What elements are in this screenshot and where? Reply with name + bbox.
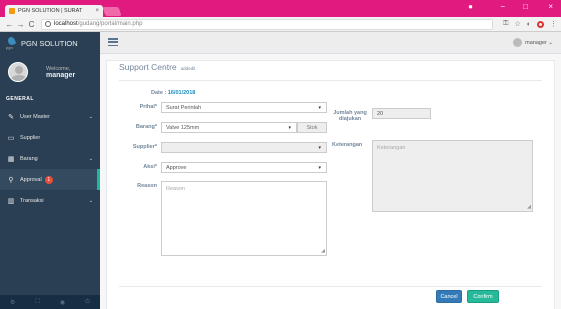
avatar (513, 38, 523, 47)
main-content: Support Centre addedit Date : 16/01/2018… (100, 54, 561, 309)
perihal-select[interactable]: Surat Perintah ▾ (161, 102, 327, 113)
chevron-down-icon: ⌄ (88, 197, 93, 204)
tab-title: PGN SOLUTION | SURAT (18, 8, 83, 14)
pin-icon: ⚲ (8, 176, 14, 184)
sidebar-item-transaksi[interactable]: ▥ Transaksi ⌄ (0, 190, 100, 211)
fullscreen-icon[interactable]: ⛶ (36, 299, 40, 306)
supplier-label: Supplier* (132, 144, 157, 150)
browser-tab[interactable]: PGN SOLUTION | SURAT × (5, 5, 103, 17)
aksi-value: Approve (166, 164, 187, 171)
sidebar-item-label: User Master (20, 113, 50, 120)
avatar (8, 62, 28, 82)
sidebar-item-label: Approval (20, 176, 42, 183)
browser-profile-icon[interactable]: ● (468, 2, 473, 11)
aksi-label: Aksi* (143, 164, 157, 170)
chevron-down-icon: ⌄ (88, 155, 93, 162)
bookmark-star-icon[interactable]: ☆ (514, 20, 520, 28)
sidebar: pgn PGN SOLUTION Welcome, manager GENERA… (0, 32, 100, 309)
tab-close-icon[interactable]: × (95, 8, 99, 14)
supplier-select[interactable]: ▾ (161, 142, 327, 153)
browser-titlebar: PGN SOLUTION | SURAT × ● − □ × (0, 0, 561, 17)
settings-icon[interactable]: ⚙ (10, 299, 15, 306)
keterangan-placeholder: Keterangan (377, 145, 406, 151)
logout-icon[interactable]: ⏻ (85, 299, 90, 306)
brand[interactable]: pgn PGN SOLUTION (0, 32, 100, 54)
bar-chart-icon: ▥ (7, 197, 15, 205)
url-host: localhost (54, 21, 78, 27)
perihal-value: Surat Perintah (166, 104, 202, 111)
sidebar-item-label: Barang (20, 155, 38, 162)
url-path: /gudang/portal/main.php (77, 21, 143, 27)
jumlah-label: Jumlah yang diajukan (333, 110, 367, 122)
lock-icon[interactable]: ◉ (60, 299, 65, 306)
user-dropdown-label: manager ⌄ (525, 39, 553, 46)
info-icon[interactable] (45, 21, 51, 27)
barang-value: Valve 125mm (166, 124, 200, 131)
back-button[interactable]: ← (4, 20, 15, 29)
barang-label: Barang* (135, 124, 157, 130)
section-title: GENERAL (6, 96, 34, 102)
minimize-icon[interactable]: − (500, 2, 505, 11)
forward-button[interactable]: → (15, 20, 26, 29)
resize-handle-icon[interactable]: ◢ (527, 204, 531, 210)
sidebar-item-label: Transaksi (20, 197, 44, 204)
username: manager (46, 71, 76, 79)
jumlah-input[interactable]: 20 (372, 108, 431, 119)
edit-icon: ✎ (8, 113, 14, 121)
extension-icon[interactable]: ◐ (527, 21, 531, 28)
notification-badge: 1 (44, 175, 53, 184)
sidebar-item-approval[interactable]: ⚲ Approval 1 (0, 169, 100, 190)
pgn-logo-icon: pgn (6, 36, 17, 50)
user-dropdown[interactable]: manager ⌄ (513, 38, 553, 47)
divider (119, 286, 542, 287)
perihal-label: Prihal* (139, 104, 157, 110)
desktop-icon: ▭ (7, 134, 15, 142)
resize-handle-icon[interactable]: ◢ (321, 248, 325, 254)
confirm-button[interactable]: Confirm (467, 290, 499, 303)
keterangan-label: Keterangan (332, 142, 363, 148)
sidebar-item-barang[interactable]: ▦ Barang ⌄ (0, 148, 100, 169)
date-label: Date : (151, 90, 168, 96)
page-title: Support Centre (119, 62, 177, 72)
top-nav: manager ⌄ (100, 32, 561, 54)
date-value: 16/01/2018 (167, 90, 196, 96)
sidebar-footer: ⚙ ⛶ ◉ ⏻ (0, 295, 100, 309)
stok-button[interactable]: Stok (297, 122, 327, 133)
chevron-down-icon: ▾ (288, 124, 291, 131)
date-row: Date : 16/01/2018 (151, 90, 195, 96)
address-bar: ← → C localhost/gudang/portal/main.php ⚿… (0, 17, 561, 32)
new-tab-button[interactable] (102, 7, 122, 16)
keterangan-textarea[interactable]: Keterangan ◢ (372, 140, 533, 212)
maximize-icon[interactable]: □ (523, 2, 528, 11)
close-window-icon[interactable]: × (548, 2, 553, 11)
aksi-select[interactable]: Approve ▾ (161, 162, 327, 173)
barang-select[interactable]: Valve 125mm ▾ (161, 122, 297, 133)
cancel-button[interactable]: Cancel (436, 290, 462, 303)
reload-button[interactable]: C (26, 20, 37, 29)
profile: Welcome, manager (0, 54, 100, 90)
browser-menu-icon[interactable]: ⋮ (550, 20, 557, 28)
chevron-down-icon: ⌄ (88, 113, 93, 120)
sidebar-item-user-master[interactable]: ✎ User Master ⌄ (0, 106, 100, 127)
divider (119, 80, 542, 81)
form-panel: Support Centre addedit Date : 16/01/2018… (106, 60, 555, 309)
reason-label: Reason (137, 183, 157, 189)
chevron-down-icon: ▾ (318, 144, 321, 151)
reason-textarea[interactable]: Reason ◢ (161, 181, 327, 256)
jumlah-value: 20 (377, 110, 384, 117)
reason-placeholder: Reason (166, 186, 185, 192)
table-icon: ▦ (7, 155, 15, 163)
favicon-icon (9, 8, 15, 14)
page-subtitle: addedit (180, 66, 196, 71)
url-input[interactable]: localhost/gudang/portal/main.php (41, 18, 494, 30)
key-icon[interactable]: ⚿ (503, 20, 508, 28)
panel-title: Support Centre addedit (119, 62, 195, 76)
chevron-down-icon: ▾ (318, 164, 321, 171)
sidebar-item-label: Supplier (20, 134, 41, 141)
chevron-down-icon: ▾ (318, 104, 321, 111)
brand-name: PGN SOLUTION (21, 38, 78, 48)
opera-icon[interactable] (537, 20, 544, 28)
hamburger-icon[interactable] (108, 38, 118, 47)
sidebar-item-supplier[interactable]: ▭ Supplier (0, 127, 100, 148)
